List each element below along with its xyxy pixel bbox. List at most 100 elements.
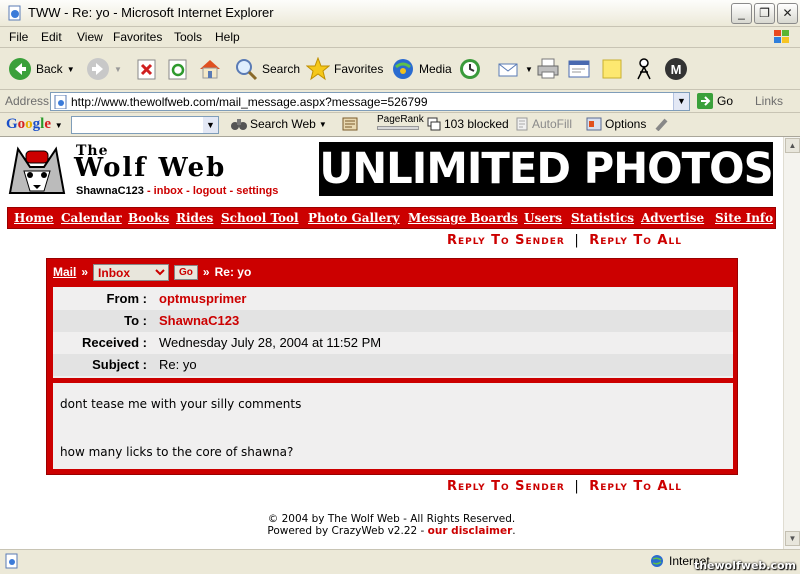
- nav-site-info[interactable]: Site Info: [715, 211, 773, 225]
- svg-text:M: M: [671, 62, 682, 77]
- ad-banner[interactable]: UNLIMITED PHOTOS: [319, 142, 774, 196]
- search-web-dropdown-icon[interactable]: ▼: [319, 120, 327, 129]
- search-button[interactable]: Search: [234, 56, 300, 82]
- menu-view[interactable]: View: [77, 30, 103, 44]
- close-button[interactable]: ✕: [777, 3, 798, 24]
- address-dropdown-icon[interactable]: ▼: [673, 93, 689, 110]
- wolf-logo-icon[interactable]: [4, 141, 70, 201]
- settings-link[interactable]: settings: [236, 185, 278, 197]
- from-link[interactable]: optmusprimer: [159, 291, 246, 306]
- favorites-button[interactable]: Favorites: [306, 56, 383, 82]
- media-label: Media: [419, 62, 452, 76]
- home-icon: [200, 60, 220, 79]
- message-body: dont tease me with your silly comments h…: [53, 383, 733, 469]
- back-arrow-icon: [9, 58, 31, 80]
- reply-to-all-link[interactable]: Reply To All: [589, 233, 682, 248]
- print-button[interactable]: [536, 56, 560, 82]
- nav-school-tool[interactable]: School Tool: [221, 211, 299, 225]
- autofill-icon: [516, 117, 528, 131]
- discuss-button[interactable]: [600, 56, 624, 82]
- stop-icon: [137, 59, 156, 80]
- media-icon: [393, 59, 413, 79]
- edit-button[interactable]: [567, 56, 591, 82]
- reply-to-sender-link[interactable]: Reply To Sender: [447, 479, 565, 494]
- refresh-button[interactable]: [167, 56, 189, 82]
- go-arrow-icon: [697, 93, 713, 109]
- disclaimer-link[interactable]: our disclaimer: [428, 525, 513, 537]
- binoculars-icon: [231, 119, 247, 130]
- pagerank-bar: [377, 126, 419, 130]
- media-button[interactable]: Media: [391, 56, 452, 82]
- autofill-button[interactable]: AutoFill: [515, 117, 572, 131]
- nav-rides[interactable]: Rides: [176, 211, 213, 225]
- stop-button[interactable]: [136, 56, 158, 82]
- forward-dropdown-icon[interactable]: ▼: [114, 65, 122, 74]
- folder-select[interactable]: Inbox: [93, 263, 170, 281]
- highlight-button[interactable]: [654, 117, 670, 131]
- inbox-link[interactable]: inbox: [154, 185, 183, 197]
- vertical-scrollbar[interactable]: ▲ ▼: [783, 137, 800, 549]
- nav-statistics[interactable]: Statistics: [571, 211, 634, 225]
- ie-page-icon: [8, 5, 21, 21]
- site-title[interactable]: Wolf Web: [74, 153, 226, 183]
- nav-message-boards[interactable]: Message Boards: [408, 211, 518, 225]
- options-button[interactable]: Options: [586, 117, 646, 131]
- menu-favorites[interactable]: Favorites: [113, 30, 162, 44]
- status-bar: Internet thewolfweb.com: [0, 549, 800, 574]
- news-icon: [342, 117, 358, 131]
- received-label: Received :: [81, 335, 147, 350]
- scroll-down-icon[interactable]: ▼: [785, 531, 800, 546]
- header-row-to: To : ShawnaC123: [53, 310, 733, 332]
- mail-button[interactable]: ▼: [497, 56, 533, 82]
- scroll-up-icon[interactable]: ▲: [785, 138, 800, 153]
- restore-button[interactable]: ❐: [754, 3, 775, 24]
- home-button[interactable]: [198, 56, 222, 82]
- powered-by: Powered by CrazyWeb v2.22 - our disclaim…: [267, 525, 516, 537]
- history-button[interactable]: [458, 56, 482, 82]
- news-button[interactable]: [342, 117, 358, 131]
- nav-calendar[interactable]: Calendar: [61, 211, 122, 225]
- header-row-subject: Subject : Re: yo: [53, 354, 733, 376]
- forward-button[interactable]: ▼: [86, 56, 122, 82]
- address-input[interactable]: http://www.thewolfweb.com/mail_message.a…: [50, 92, 690, 111]
- note-icon: [602, 59, 622, 79]
- menu-help[interactable]: Help: [215, 30, 240, 44]
- reply-to-all-link[interactable]: Reply To All: [589, 479, 682, 494]
- menu-file[interactable]: File: [9, 30, 28, 44]
- options-icon: [586, 117, 602, 131]
- autofill-label: AutoFill: [532, 117, 573, 131]
- standard-toolbar: Back ▼ ▼ Search Favorites Media ▼ M: [0, 48, 800, 90]
- nav-photo-gallery[interactable]: Photo Gallery: [308, 211, 400, 225]
- minimize-button[interactable]: _: [731, 3, 752, 24]
- go-label: Go: [717, 94, 734, 108]
- google-logo[interactable]: Google ▼: [6, 116, 63, 133]
- nav-users[interactable]: Users: [524, 211, 562, 225]
- go-button[interactable]: Go: [697, 92, 733, 110]
- search-web-button[interactable]: Search Web ▼: [231, 117, 327, 131]
- back-dropdown-icon[interactable]: ▼: [67, 65, 75, 74]
- received-value: Wednesday July 28, 2004 at 11:52 PM: [159, 335, 382, 350]
- menu-tools[interactable]: Tools: [174, 30, 202, 44]
- pagerank-indicator[interactable]: PageRank: [377, 115, 424, 130]
- highlighter-icon: [655, 118, 668, 131]
- folder-go-button[interactable]: Go: [174, 264, 198, 280]
- page-icon: [54, 95, 67, 109]
- links-button[interactable]: Links: [755, 94, 783, 108]
- google-search-dropdown-icon[interactable]: ▼: [203, 117, 218, 133]
- menu-edit[interactable]: Edit: [41, 30, 62, 44]
- extension-button[interactable]: M: [664, 56, 688, 82]
- mail-link[interactable]: Mail: [53, 265, 76, 279]
- nav-advertise[interactable]: Advertise: [641, 211, 704, 225]
- google-search-input[interactable]: ▼: [71, 116, 219, 134]
- nav-books[interactable]: Books: [128, 211, 169, 225]
- nav-home[interactable]: Home: [14, 211, 54, 225]
- search-icon: [236, 59, 258, 81]
- reply-to-sender-link[interactable]: Reply To Sender: [447, 233, 565, 248]
- logout-link[interactable]: logout: [193, 185, 227, 197]
- to-link[interactable]: ShawnaC123: [159, 313, 239, 328]
- page-status-icon: [5, 553, 18, 569]
- mail-dropdown-icon[interactable]: ▼: [525, 65, 533, 74]
- popup-blocker-button[interactable]: 103 blocked: [427, 117, 509, 131]
- back-button[interactable]: Back ▼: [8, 56, 75, 82]
- messenger-button[interactable]: [632, 56, 656, 82]
